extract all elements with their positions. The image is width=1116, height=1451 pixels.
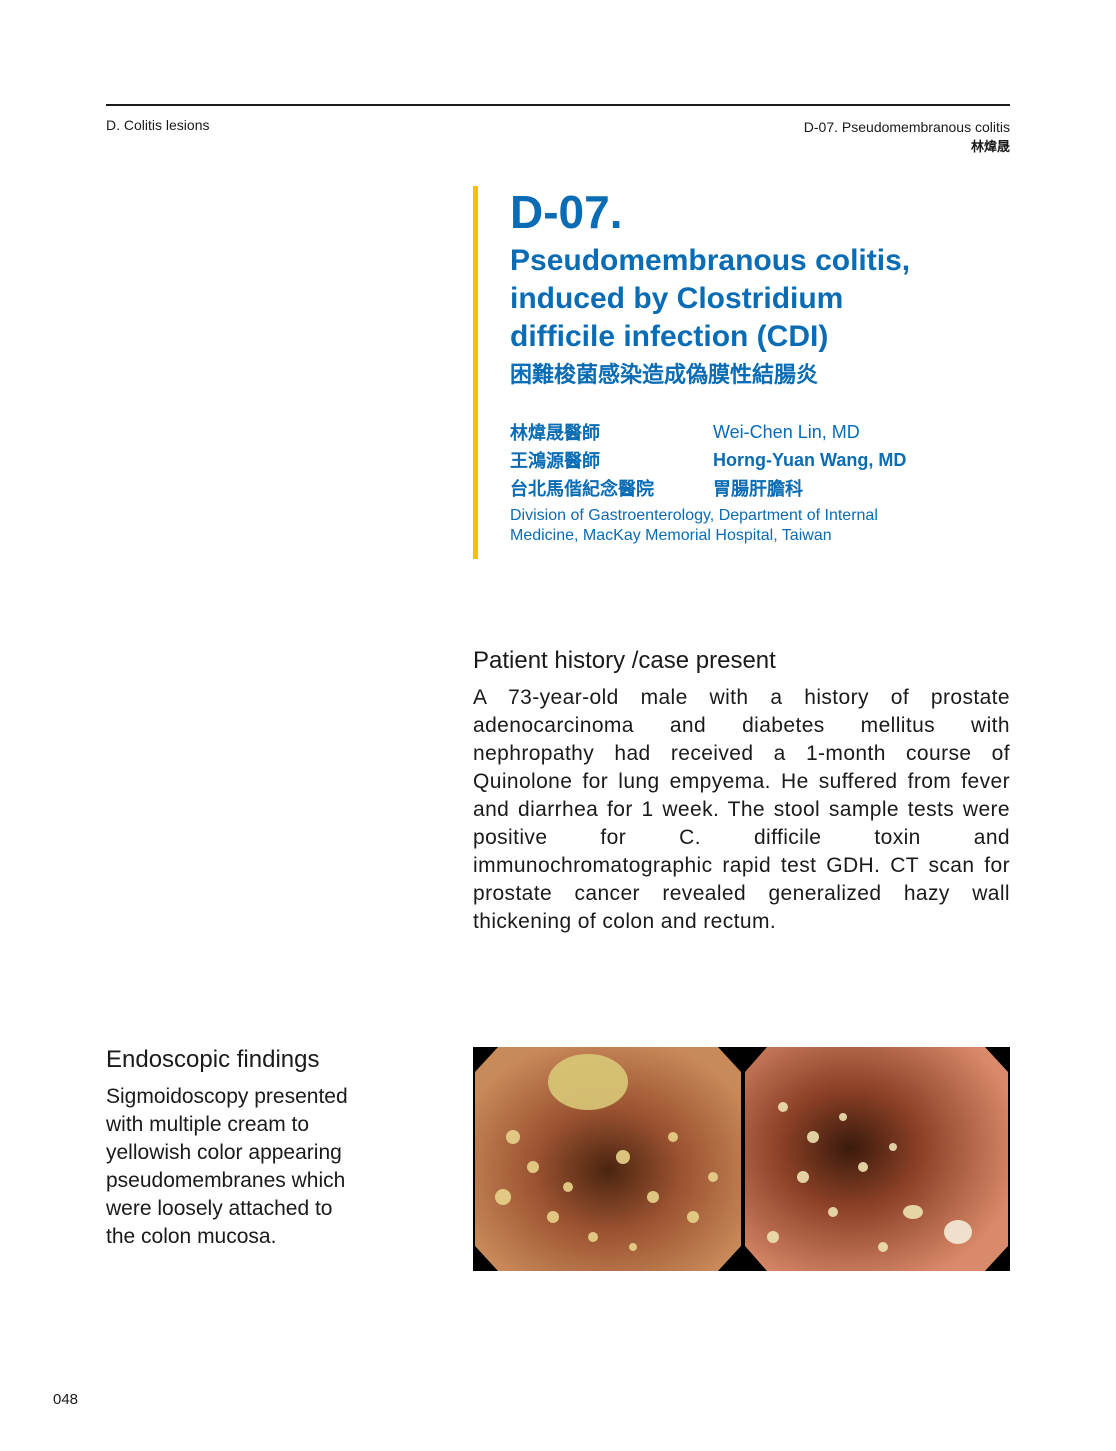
case-title-line: Pseudomembranous colitis, xyxy=(510,244,911,277)
hospital-name-cn: 台北馬偕紀念醫院 xyxy=(510,479,654,499)
patient-history-heading: Patient history /case present xyxy=(473,647,776,674)
findings-line: were loosely attached to xyxy=(106,1197,333,1220)
author-list: 林煒晟醫師 Wei-Chen Lin, MD 王鴻源醫師 Horng-Yuan … xyxy=(510,418,1013,546)
page-number: 048 xyxy=(53,1391,79,1408)
author-row: 林煒晟醫師 Wei-Chen Lin, MD xyxy=(510,418,1013,446)
case-code: D-07. xyxy=(510,186,623,238)
author-name-en: Horng-Yuan Wang, MD xyxy=(713,449,907,470)
findings-line: Sigmoidoscopy presented xyxy=(106,1085,348,1108)
patient-history-text: A 73-year-old male with a history of pro… xyxy=(473,686,1010,933)
endoscopic-findings-text: Sigmoidoscopy presented with multiple cr… xyxy=(106,1083,406,1251)
findings-line: with multiple cream to xyxy=(106,1113,310,1136)
author-row: 台北馬偕紀念醫院 胃腸肝膽科 xyxy=(510,474,1013,502)
section-label: D. Colitis lesions xyxy=(106,117,210,133)
running-title-en: D-07. Pseudomembranous colitis xyxy=(803,119,1010,135)
case-title-line: difficile infection (CDI) xyxy=(510,320,829,353)
affiliation-line: Division of Gastroenterology, Department… xyxy=(510,507,878,524)
case-title-en: Pseudomembranous colitis, induced by Clo… xyxy=(510,242,1013,356)
endoscopy-images xyxy=(473,1047,1010,1271)
running-title: D-07. Pseudomembranous colitis 林煒晟 xyxy=(804,117,1010,157)
title-block: D-07. Pseudomembranous colitis, induced … xyxy=(473,186,1013,559)
endoscopic-findings-heading: Endoscopic findings xyxy=(106,1046,320,1073)
findings-line: yellowish color appearing xyxy=(106,1141,342,1164)
author-name-cn: 林煒晟醫師 xyxy=(510,423,600,443)
header-rule xyxy=(106,104,1010,106)
findings-line: the colon mucosa. xyxy=(106,1225,277,1248)
case-title-cn: 困難梭菌感染造成偽膜性結腸炎 xyxy=(510,362,819,387)
author-name-en: Wei-Chen Lin, MD xyxy=(713,421,860,442)
author-row: 王鴻源醫師 Horng-Yuan Wang, MD xyxy=(510,446,1013,474)
endoscopy-photo-illustration xyxy=(475,1047,1008,1271)
author-name-cn: 王鴻源醫師 xyxy=(510,451,600,471)
running-title-author: 林煒晟 xyxy=(970,139,1010,154)
affiliation-line: Medicine, MacKay Memorial Hospital, Taiw… xyxy=(510,527,832,544)
findings-line: pseudomembranes which xyxy=(106,1169,346,1192)
department-cn: 胃腸肝膽科 xyxy=(713,479,803,499)
affiliation: Division of Gastroenterology, Department… xyxy=(510,506,1013,546)
patient-history-section: Patient history /case present A 73-year-… xyxy=(473,646,1010,936)
endoscopic-findings-section: Endoscopic findings Sigmoidoscopy presen… xyxy=(106,1045,406,1251)
case-title-line: induced by Clostridium xyxy=(510,282,844,315)
